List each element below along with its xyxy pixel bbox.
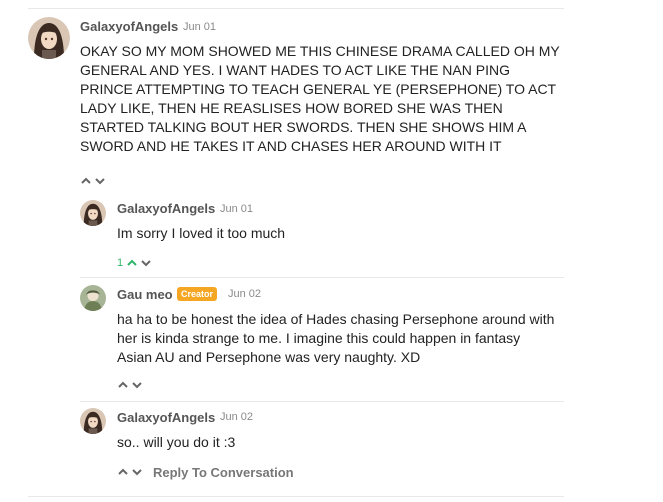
vote-controls — [117, 466, 143, 478]
reply-to-conversation-link[interactable]: Reply To Conversation — [153, 465, 294, 480]
creator-badge: Creator — [177, 287, 218, 301]
creator-avatar-icon — [80, 285, 106, 311]
upvote-icon[interactable] — [117, 379, 129, 391]
upvote-icon[interactable] — [126, 257, 138, 269]
avatar[interactable] — [80, 285, 106, 311]
comment-text: so.. will you do it :3 — [117, 434, 236, 450]
comment-author[interactable]: GalaxyofAngels — [117, 410, 215, 425]
upvote-count: 1 — [117, 257, 124, 269]
upvote-icon[interactable] — [80, 175, 92, 187]
reply-divider — [80, 277, 564, 278]
downvote-icon[interactable] — [140, 257, 152, 269]
vote-controls — [80, 175, 106, 187]
comment-author[interactable]: Gau meo — [117, 287, 173, 302]
comment-author[interactable]: GalaxyofAngels — [80, 19, 178, 34]
upvote-icon[interactable] — [117, 466, 129, 478]
vote-controls: 1 — [117, 257, 152, 269]
anime-girl-avatar-icon — [80, 200, 106, 226]
top-divider — [28, 8, 564, 9]
bottom-divider — [28, 496, 564, 497]
comment-date: Jun 02 — [228, 288, 262, 300]
avatar[interactable] — [28, 17, 70, 59]
anime-girl-avatar-icon — [80, 408, 106, 434]
reply-divider — [80, 401, 564, 402]
comment-text: Im sorry I loved it too much — [117, 225, 286, 241]
comment-date: Jun 02 — [220, 411, 254, 423]
comment-author[interactable]: GalaxyofAngels — [117, 201, 215, 216]
comment-text: ha ha to be honest the idea of Hades cha… — [117, 311, 555, 365]
comment-date: Jun 01 — [220, 203, 254, 215]
downvote-icon[interactable] — [131, 466, 143, 478]
avatar[interactable] — [80, 408, 106, 434]
downvote-icon[interactable] — [131, 379, 143, 391]
anime-girl-avatar-icon — [28, 17, 70, 59]
vote-controls — [117, 379, 143, 391]
comment-text: OKAY SO MY MOM SHOWED ME THIS CHINESE DR… — [80, 43, 560, 154]
avatar[interactable] — [80, 200, 106, 226]
comment-date: Jun 01 — [183, 21, 217, 33]
downvote-icon[interactable] — [94, 175, 106, 187]
